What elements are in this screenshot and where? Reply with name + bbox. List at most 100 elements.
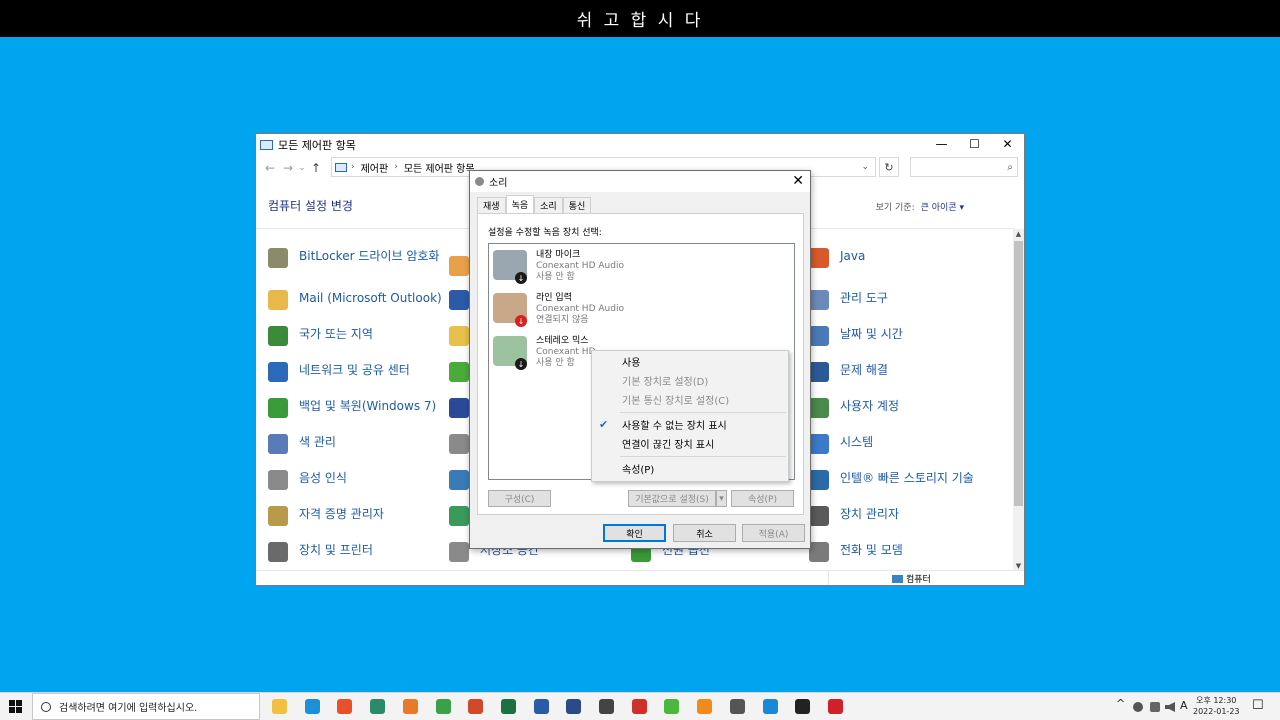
forward-button[interactable]: → bbox=[279, 161, 297, 175]
back-button[interactable]: ← bbox=[261, 161, 279, 175]
scrollbar-thumb[interactable] bbox=[1014, 241, 1023, 506]
set-default-button[interactable]: 기본값으로 설정(S) bbox=[628, 490, 716, 507]
cp-item[interactable]: Mail (Microsoft Outlook) bbox=[268, 290, 448, 310]
apply-button[interactable]: 적용(A) bbox=[742, 524, 805, 542]
device-item-stereo-mix[interactable]: ↓ 스테레오 믹스 Conexant HD 사용 안 함 bbox=[493, 336, 596, 370]
cp-item[interactable]: 관리 도구 bbox=[809, 290, 989, 310]
cp-item[interactable]: 음성 인식 bbox=[268, 470, 448, 490]
cancel-button[interactable]: 취소 bbox=[673, 524, 736, 542]
opera-icon[interactable] bbox=[827, 699, 843, 714]
cp-item[interactable]: 문제 해결 bbox=[809, 362, 989, 382]
search-app-icon[interactable] bbox=[599, 699, 614, 714]
word-icon[interactable] bbox=[533, 699, 549, 714]
ok-button[interactable]: 확인 bbox=[603, 524, 666, 542]
set-default-dropdown[interactable]: ▾ bbox=[716, 490, 727, 507]
cp-item[interactable]: 네트워크 및 공유 센터 bbox=[268, 362, 448, 382]
backup-icon bbox=[268, 398, 288, 418]
cp-item[interactable]: 백업 및 복원(Windows 7) bbox=[268, 398, 448, 418]
device-status: 사용 안 함 bbox=[536, 272, 575, 282]
cp-item[interactable]: 장치 관리자 bbox=[809, 506, 989, 526]
cp-item[interactable]: BitLocker 드라이브 암호화 bbox=[268, 248, 448, 268]
configure-button[interactable]: 구성(C) bbox=[488, 490, 551, 507]
breadcrumb-all-items[interactable]: 모든 제어판 항목 bbox=[404, 160, 475, 175]
device-manager-icon bbox=[809, 506, 829, 526]
cp-item[interactable]: Java bbox=[809, 248, 989, 268]
up-button[interactable]: ↑ bbox=[307, 161, 325, 175]
device-item-line-in[interactable]: ↓ 라인 입력 Conexant HD Audio 연결되지 않음 bbox=[493, 293, 624, 327]
taskbar-search-input[interactable]: 검색하려면 여기에 입력하십시오. bbox=[32, 693, 260, 720]
network-tray-icon[interactable] bbox=[1133, 702, 1143, 712]
menu-item-set-default-device[interactable]: 기본 장치로 설정(D) bbox=[592, 371, 788, 390]
cp-item[interactable]: 날짜 및 시간 bbox=[809, 326, 989, 346]
tab-communications[interactable]: 통신 bbox=[562, 197, 592, 213]
view-by-dropdown[interactable]: 큰 아이콘 ▾ bbox=[921, 203, 964, 213]
powerpoint-icon[interactable] bbox=[468, 699, 484, 714]
cp-item-label: 음성 인식 bbox=[299, 471, 347, 485]
app-blue-icon[interactable] bbox=[566, 699, 582, 714]
menu-item-enable[interactable]: 사용 bbox=[592, 352, 788, 371]
device-item-internal-mic[interactable]: ↓ 내장 마이크 Conexant HD Audio 사용 안 함 bbox=[493, 250, 624, 284]
cp-item[interactable]: 전화 및 모뎀 bbox=[809, 542, 989, 562]
menu-item-show-disabled-devices[interactable]: ✔ 사용할 수 없는 장치 표시 bbox=[592, 415, 788, 434]
app-green-icon[interactable] bbox=[370, 699, 386, 714]
edge-icon[interactable] bbox=[304, 699, 320, 714]
vlc-icon[interactable] bbox=[697, 699, 713, 714]
dialog-title-bar[interactable]: 소리 bbox=[470, 171, 810, 192]
remote-icon[interactable] bbox=[449, 290, 469, 310]
app-red-icon[interactable] bbox=[631, 699, 647, 714]
cp-item[interactable]: 국가 또는 지역 bbox=[268, 326, 448, 346]
notification-icon[interactable]: ☐ bbox=[1252, 698, 1264, 713]
wifi-icon[interactable] bbox=[1150, 702, 1160, 712]
menu-item-show-disconnected-devices[interactable]: 연결이 끊긴 장치 표시 bbox=[592, 434, 788, 453]
fonts-icon[interactable] bbox=[449, 326, 469, 346]
cp-item-label: 인텔® 빠른 스토리지 기술 bbox=[840, 471, 974, 485]
title-bar[interactable]: 모든 제어판 항목 bbox=[256, 134, 1024, 156]
drive-icon[interactable] bbox=[449, 256, 469, 276]
clock-time: 오후 12:30 bbox=[1196, 696, 1237, 705]
properties-button[interactable]: 속성(P) bbox=[731, 490, 794, 507]
flag-icon[interactable] bbox=[449, 398, 469, 418]
calculator-icon[interactable] bbox=[729, 699, 745, 714]
search-input[interactable]: ⌕ bbox=[910, 157, 1018, 177]
cp-item[interactable]: 시스템 bbox=[809, 434, 989, 454]
tab-recording[interactable]: 녹음 bbox=[505, 195, 535, 213]
status-bar: 컴퓨터 bbox=[256, 570, 1024, 585]
clock[interactable]: 오후 12:30 2022-01-23 bbox=[1193, 695, 1240, 717]
brave-icon[interactable] bbox=[337, 699, 353, 714]
cp-item[interactable]: 자격 증명 관리자 bbox=[268, 506, 448, 526]
start-button[interactable] bbox=[9, 700, 22, 713]
show-hidden-icons-button[interactable]: ^ bbox=[1116, 697, 1125, 710]
cp-item[interactable]: 색 관리 bbox=[268, 434, 448, 454]
app-black-icon[interactable] bbox=[795, 699, 811, 714]
refresh-button[interactable]: ↻ bbox=[879, 157, 899, 177]
chevron-down-icon[interactable]: ⌄ bbox=[861, 162, 869, 172]
firefox-icon[interactable] bbox=[402, 699, 418, 714]
app-green2-icon[interactable] bbox=[664, 699, 680, 714]
close-icon[interactable]: ✕ bbox=[792, 173, 804, 189]
scroll-up-icon[interactable]: ▲ bbox=[1013, 230, 1024, 238]
sync-icon[interactable] bbox=[449, 362, 469, 382]
search-folder-icon[interactable] bbox=[449, 434, 469, 454]
scroll-down-icon[interactable]: ▼ bbox=[1013, 562, 1024, 570]
menu-item-properties[interactable]: 속성(P) bbox=[592, 459, 788, 478]
excel-icon[interactable] bbox=[500, 699, 516, 714]
menu-item-set-default-comm-device[interactable]: 기본 통신 장치로 설정(C) bbox=[592, 390, 788, 409]
volume-icon[interactable] bbox=[1165, 702, 1175, 712]
minimize-button[interactable]: — bbox=[925, 134, 958, 154]
app-ie-icon[interactable] bbox=[762, 699, 778, 714]
cp-item[interactable]: 사용자 계정 bbox=[809, 398, 989, 418]
ime-indicator[interactable]: A bbox=[1180, 699, 1188, 712]
tab-sounds[interactable]: 소리 bbox=[534, 197, 563, 213]
breadcrumb-control-panel[interactable]: 제어판 bbox=[361, 160, 389, 175]
cp-item[interactable]: 장치 및 프린터 bbox=[268, 542, 448, 562]
close-button[interactable]: ✕ bbox=[991, 134, 1024, 154]
maximize-button[interactable]: ☐ bbox=[958, 134, 991, 154]
chrome-icon[interactable] bbox=[435, 699, 451, 714]
vertical-scrollbar[interactable]: ▲ ▼ bbox=[1013, 229, 1024, 571]
cp-item[interactable]: 인텔® 빠른 스토리지 기술 bbox=[809, 470, 989, 490]
globe-icon[interactable] bbox=[449, 470, 469, 490]
file-explorer-icon[interactable] bbox=[272, 699, 287, 714]
tab-playback[interactable]: 재생 bbox=[477, 197, 506, 213]
recent-locations-button[interactable]: ⌄ bbox=[297, 163, 307, 173]
media-icon[interactable] bbox=[449, 506, 469, 526]
